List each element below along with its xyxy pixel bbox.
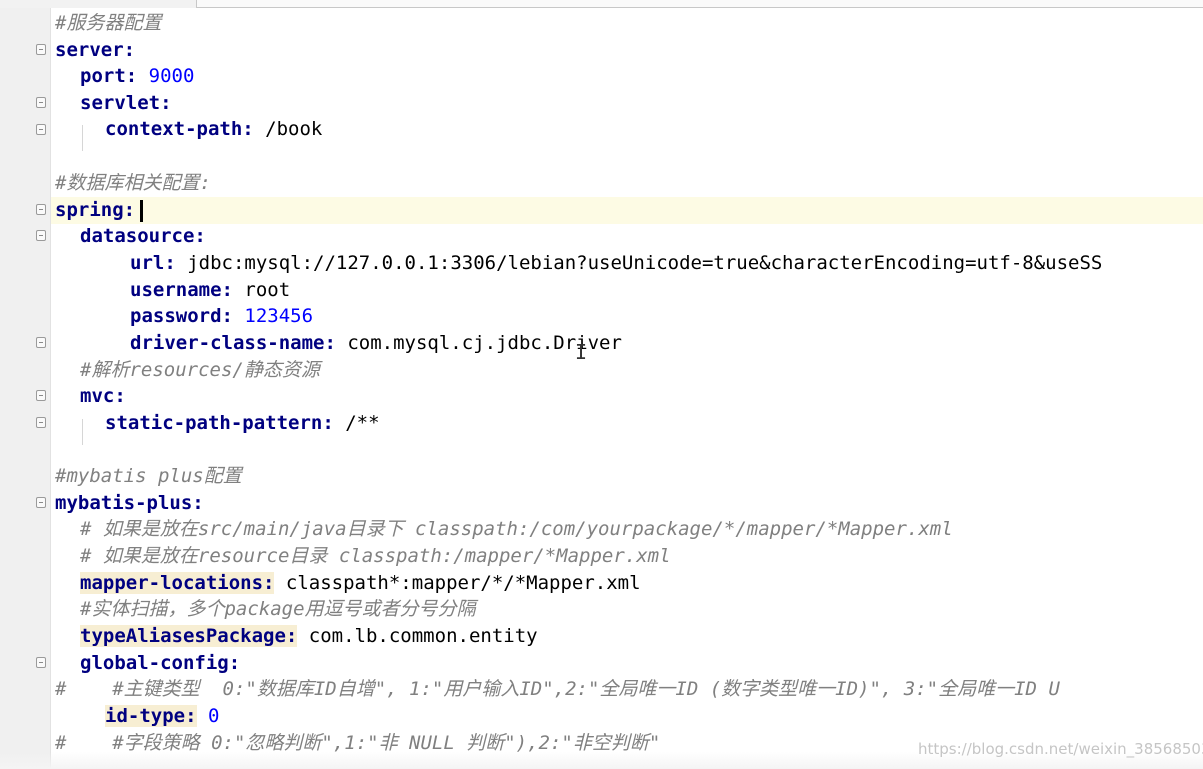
code-line[interactable]: context-path: /book (105, 116, 322, 143)
yaml-value: /book (265, 118, 323, 140)
comment-line[interactable]: #mybatis plus配置 (55, 463, 242, 490)
code-line[interactable]: typeAliasesPackage: com.lb.common.entity (80, 623, 538, 650)
code-line[interactable]: global-config: (80, 650, 240, 677)
yaml-key: id-type: (105, 705, 197, 727)
indent-guide (82, 125, 83, 151)
code-line[interactable]: id-type: 0 (105, 703, 219, 730)
yaml-key: spring: (55, 199, 136, 221)
yaml-key: port: (80, 65, 138, 87)
comment-text: # #字段策略 0:"忽略判断",1:"非 NULL 判断"),2:"非空判断" (55, 732, 661, 754)
code-line[interactable]: username: root (130, 277, 290, 304)
yaml-key: driver-class-name: (130, 332, 336, 354)
comment-line[interactable]: #服务器配置 (55, 10, 161, 37)
code-line[interactable]: url: jdbc:mysql://127.0.0.1:3306/lebian?… (130, 250, 1102, 277)
comment-text: #mybatis plus配置 (55, 465, 242, 487)
text-caret (140, 200, 143, 222)
comment-line[interactable]: # 如果是放在src/main/java目录下 classpath:/com/y… (80, 516, 953, 543)
yaml-value: classpath*:mapper/*/*Mapper.xml (285, 572, 641, 594)
comment-line[interactable]: #解析resources/静态资源 (80, 357, 320, 384)
code-line[interactable]: datasource: (80, 223, 206, 250)
fold-toggle-icon[interactable] (36, 204, 46, 215)
yaml-key: mybatis-plus: (55, 492, 204, 514)
indent-guide (82, 419, 83, 445)
code-line[interactable]: static-path-pattern: /** (105, 410, 380, 437)
fold-toggle-icon[interactable] (36, 497, 46, 508)
yaml-key: server: (55, 39, 136, 61)
yaml-key: typeAliasesPackage: (80, 625, 298, 647)
editor-gutter (0, 8, 51, 769)
yaml-key: static-path-pattern: (105, 412, 334, 434)
yaml-number: 0 (207, 705, 220, 727)
fold-toggle-icon[interactable] (36, 230, 46, 241)
yaml-key: password: (130, 305, 233, 327)
fold-toggle-icon[interactable] (36, 124, 46, 135)
code-line[interactable]: servlet: (80, 90, 172, 117)
code-line[interactable]: mvc: (80, 383, 126, 410)
code-editor[interactable]: #服务器配置 server: port: 9000 servlet: context-p… (51, 8, 1203, 769)
code-line[interactable]: password: 123456 (130, 303, 313, 330)
fold-toggle-icon[interactable] (36, 44, 46, 55)
yaml-value: jdbc:mysql://127.0.0.1:3306/lebian?useUn… (187, 252, 1103, 274)
comment-line[interactable]: #实体扫描，多个package用逗号或者分号分隔 (80, 596, 476, 623)
code-line[interactable]: port: 9000 (80, 63, 194, 90)
code-line[interactable]: server: (55, 37, 135, 64)
yaml-number: 9000 (148, 65, 195, 87)
yaml-number: 123456 (244, 305, 314, 327)
yaml-value: /** (345, 412, 380, 434)
watermark: https://blog.csdn.net/weixin_38568503 (918, 740, 1203, 758)
editor-tab-bar (0, 0, 1203, 8)
fold-toggle-icon[interactable] (36, 417, 46, 428)
comment-line[interactable]: # 如果是放在resource目录 classpath:/mapper/*Map… (80, 543, 671, 570)
editor-tab[interactable] (196, 0, 1203, 8)
yaml-key: url: (130, 252, 176, 274)
comment-text: # 如果是放在resource目录 classpath:/mapper/*Map… (80, 545, 671, 567)
comment-text: #服务器配置 (55, 12, 162, 34)
yaml-key: username: (130, 279, 233, 301)
yaml-key: context-path: (105, 118, 254, 140)
code-line[interactable]: spring: (55, 197, 135, 224)
comment-line[interactable]: #数据库相关配置: (55, 170, 211, 197)
comment-text: # 如果是放在src/main/java目录下 classpath:/com/y… (80, 518, 953, 540)
comment-line[interactable]: # #主键类型 0:"数据库ID自增", 1:"用户输入ID",2:"全局唯一I… (55, 676, 1060, 703)
code-line[interactable]: driver-class-name: com.mysql.cj.jdbc.Dri… (130, 330, 622, 357)
fold-toggle-icon[interactable] (36, 97, 46, 108)
comment-text: #数据库相关配置: (55, 172, 211, 194)
fold-toggle-icon[interactable] (36, 337, 46, 348)
yaml-key: global-config: (80, 652, 241, 674)
yaml-key: mvc: (80, 385, 126, 407)
yaml-key: datasource: (80, 225, 206, 247)
code-line[interactable]: mybatis-plus: (55, 490, 204, 517)
yaml-key: servlet: (80, 92, 172, 114)
yaml-value: com.lb.common.entity (308, 625, 538, 647)
fold-toggle-icon[interactable] (36, 657, 46, 668)
comment-text: # #主键类型 0:"数据库ID自增", 1:"用户输入ID",2:"全局唯一I… (55, 678, 1060, 700)
yaml-value: root (244, 279, 291, 301)
fold-toggle-icon[interactable] (36, 390, 46, 401)
comment-text: #实体扫描，多个package用逗号或者分号分隔 (80, 598, 476, 620)
comment-text: #解析resources/静态资源 (80, 359, 320, 381)
yaml-key: mapper-locations: (80, 572, 275, 594)
code-line[interactable]: mapper-locations: classpath*:mapper/*/*M… (80, 570, 641, 597)
ibeam-cursor-icon: I (575, 340, 588, 364)
